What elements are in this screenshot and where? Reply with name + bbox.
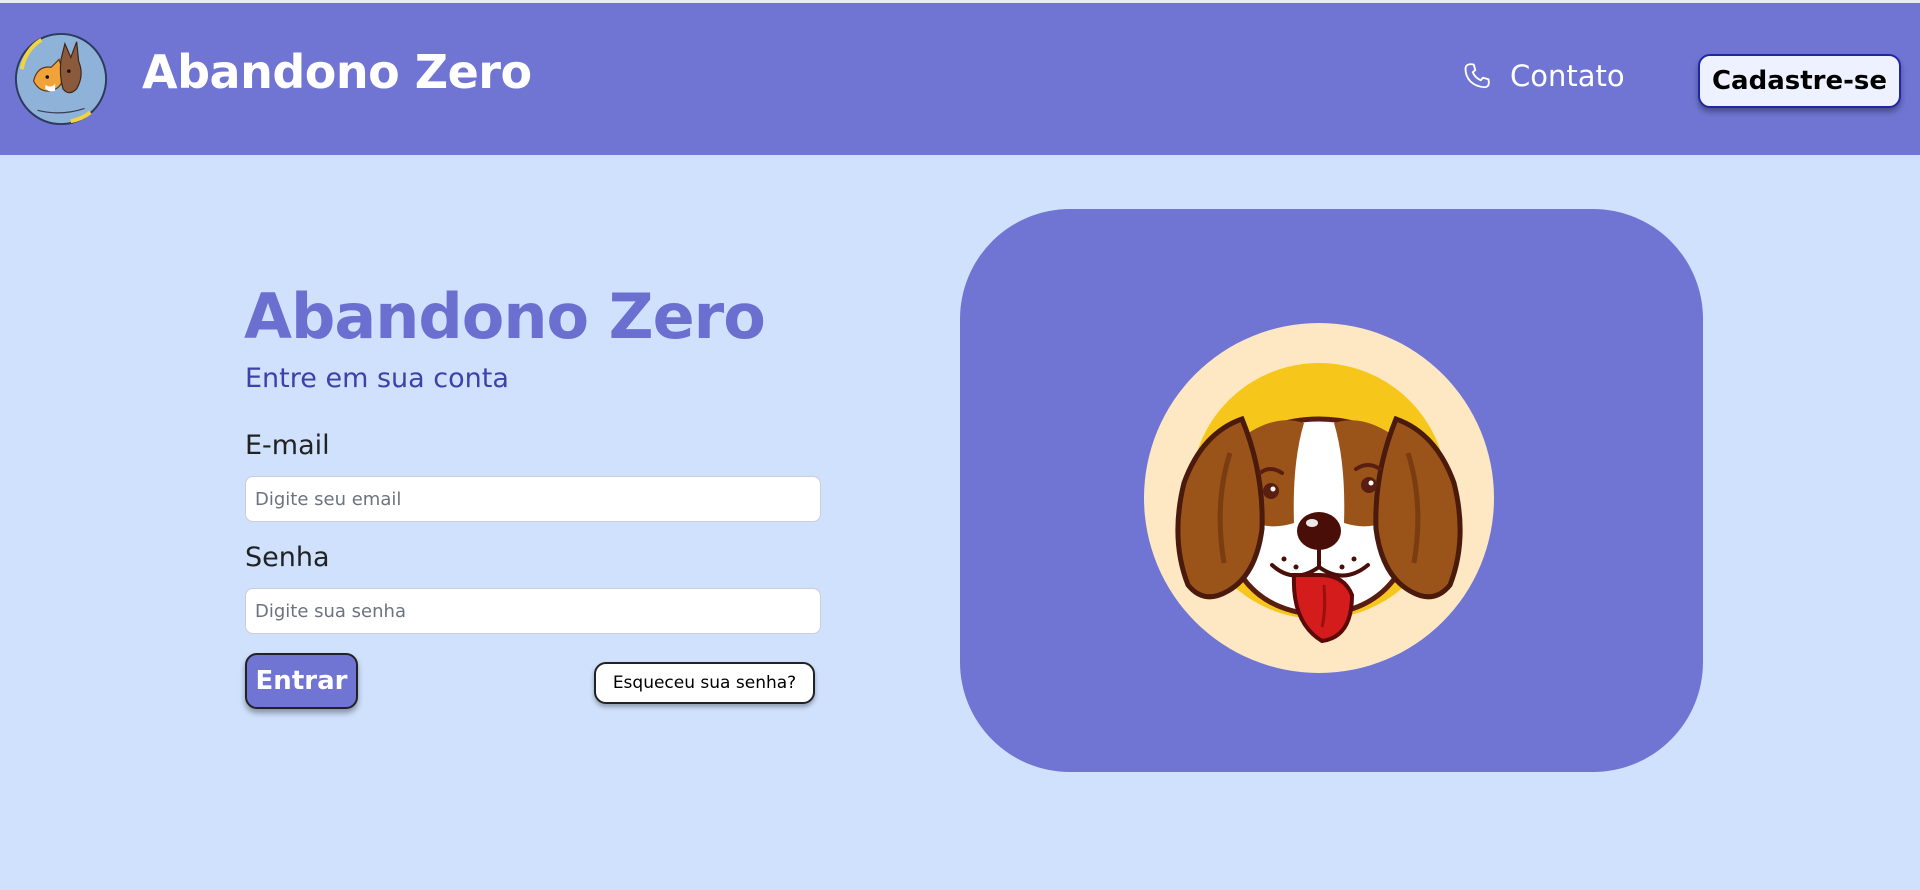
login-subtitle: Entre em sua conta bbox=[245, 363, 509, 394]
password-label: Senha bbox=[245, 542, 330, 573]
illustration-panel bbox=[960, 209, 1703, 772]
forgot-password-button[interactable]: Esqueceu sua senha? bbox=[594, 662, 815, 704]
project-logo-icon[interactable] bbox=[12, 30, 110, 128]
contact-link[interactable]: Contato bbox=[1462, 59, 1625, 93]
login-button[interactable]: Entrar bbox=[245, 653, 358, 709]
signup-button[interactable]: Cadastre-se bbox=[1698, 54, 1901, 108]
email-field[interactable] bbox=[245, 476, 821, 522]
email-label: E-mail bbox=[245, 430, 330, 461]
password-field[interactable] bbox=[245, 588, 821, 634]
brand-title[interactable]: Abandono Zero bbox=[142, 45, 532, 100]
top-navbar: Abandono Zero Contato Cadastre-se bbox=[0, 0, 1920, 155]
contact-label: Contato bbox=[1510, 59, 1625, 93]
dog-face-icon bbox=[1144, 323, 1494, 673]
login-title: Abandono Zero bbox=[244, 280, 766, 353]
phone-icon bbox=[1464, 63, 1490, 89]
